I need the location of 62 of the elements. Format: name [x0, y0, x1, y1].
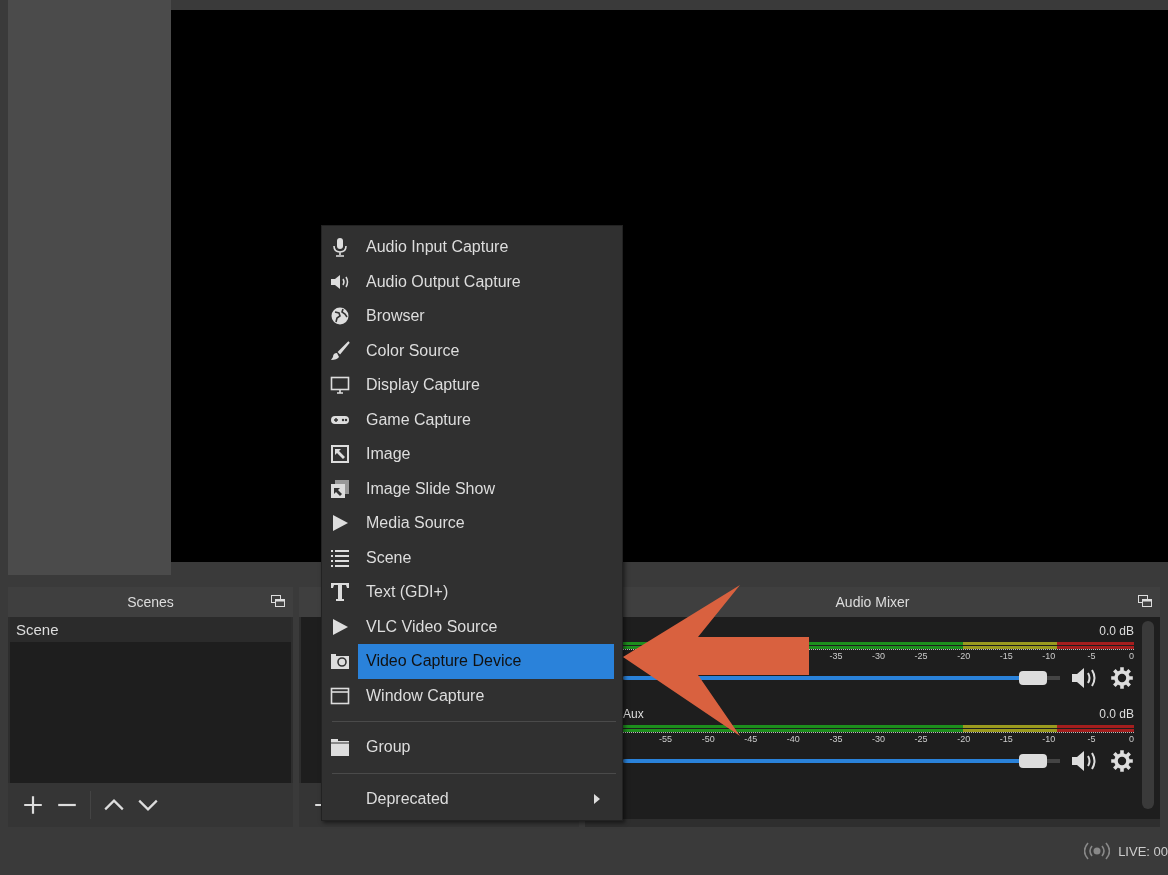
meter-tick-label: -10 [1042, 651, 1056, 661]
meter-tick-label: -10 [1042, 734, 1056, 744]
meter-tick-label: -55 [659, 734, 673, 744]
globe-icon [330, 306, 350, 327]
menu-item[interactable]: Display Capture [322, 368, 622, 403]
text-icon [330, 582, 350, 603]
microphone-icon [330, 237, 350, 258]
meter-tick-label: -5 [1087, 734, 1096, 744]
dock-title: Scenes [127, 594, 174, 610]
meter-tick-label: 0 [1129, 651, 1134, 661]
meter-tick-label: -15 [999, 734, 1013, 744]
add-icon[interactable] [22, 794, 44, 816]
slideshow-icon [330, 478, 350, 499]
folder-icon [330, 737, 350, 758]
menu-item[interactable]: Image Slide Show [322, 471, 622, 506]
play-icon [330, 616, 350, 637]
menu-item[interactable]: Color Source [322, 333, 622, 368]
image-icon [330, 444, 350, 465]
undock-icon[interactable] [271, 595, 285, 607]
meter-tick-label: -20 [957, 651, 971, 661]
broadcast-icon [1084, 842, 1111, 860]
menu-item[interactable]: Window Capture [322, 678, 622, 713]
monitor-icon [330, 375, 350, 396]
menu-item[interactable]: Media Source [322, 506, 622, 541]
meter-tick-label: -25 [914, 734, 928, 744]
meter-tick-label: -30 [872, 734, 885, 744]
list-icon [330, 547, 350, 568]
meter-tick-label: -20 [957, 734, 971, 744]
channel-name: Aux [623, 707, 644, 721]
menu-item[interactable]: Image [322, 437, 622, 472]
menu-item[interactable]: Audio Input Capture [322, 230, 622, 265]
scene-item[interactable]: Scene [10, 617, 291, 642]
window-icon [330, 685, 350, 706]
settings-icon[interactable] [1110, 749, 1134, 773]
meter-tick-label: -35 [829, 734, 843, 744]
settings-icon[interactable] [1110, 666, 1134, 690]
dock-title: Audio Mixer [835, 594, 910, 610]
menu-item[interactable]: Group [322, 730, 622, 765]
volume-reading: 0.0 dB [1099, 707, 1134, 721]
meter-tick-label: -50 [701, 734, 715, 744]
live-status: LIVE: 00 [1118, 843, 1168, 859]
camera-icon [330, 651, 350, 672]
menu-item[interactable]: VLC Video Source [322, 609, 622, 644]
brush-icon [330, 340, 350, 361]
undock-icon[interactable] [1138, 595, 1152, 607]
meter-tick-label: -15 [999, 651, 1013, 661]
menu-item[interactable]: Text (GDI+) [322, 575, 622, 610]
menu-item[interactable]: Deprecated [322, 781, 622, 816]
meter-tick-label: -35 [829, 651, 843, 661]
meter-tick-label: 0 [1129, 734, 1134, 744]
meter-tick-label: -5 [1087, 651, 1096, 661]
meter-tick-label: -30 [872, 651, 885, 661]
meter-tick-label: -25 [914, 651, 928, 661]
play-icon [330, 513, 350, 534]
menu-item[interactable]: Scene [322, 540, 622, 575]
meter-tick-label: -40 [786, 734, 800, 744]
scrollbar[interactable] [1142, 621, 1154, 809]
meter-tick-label: -45 [744, 734, 758, 744]
volume-reading: 0.0 dB [1099, 624, 1134, 638]
menu-item[interactable]: Game Capture [322, 402, 622, 437]
menu-item[interactable]: Audio Output Capture [322, 264, 622, 299]
menu-item[interactable]: Browser [322, 299, 622, 334]
